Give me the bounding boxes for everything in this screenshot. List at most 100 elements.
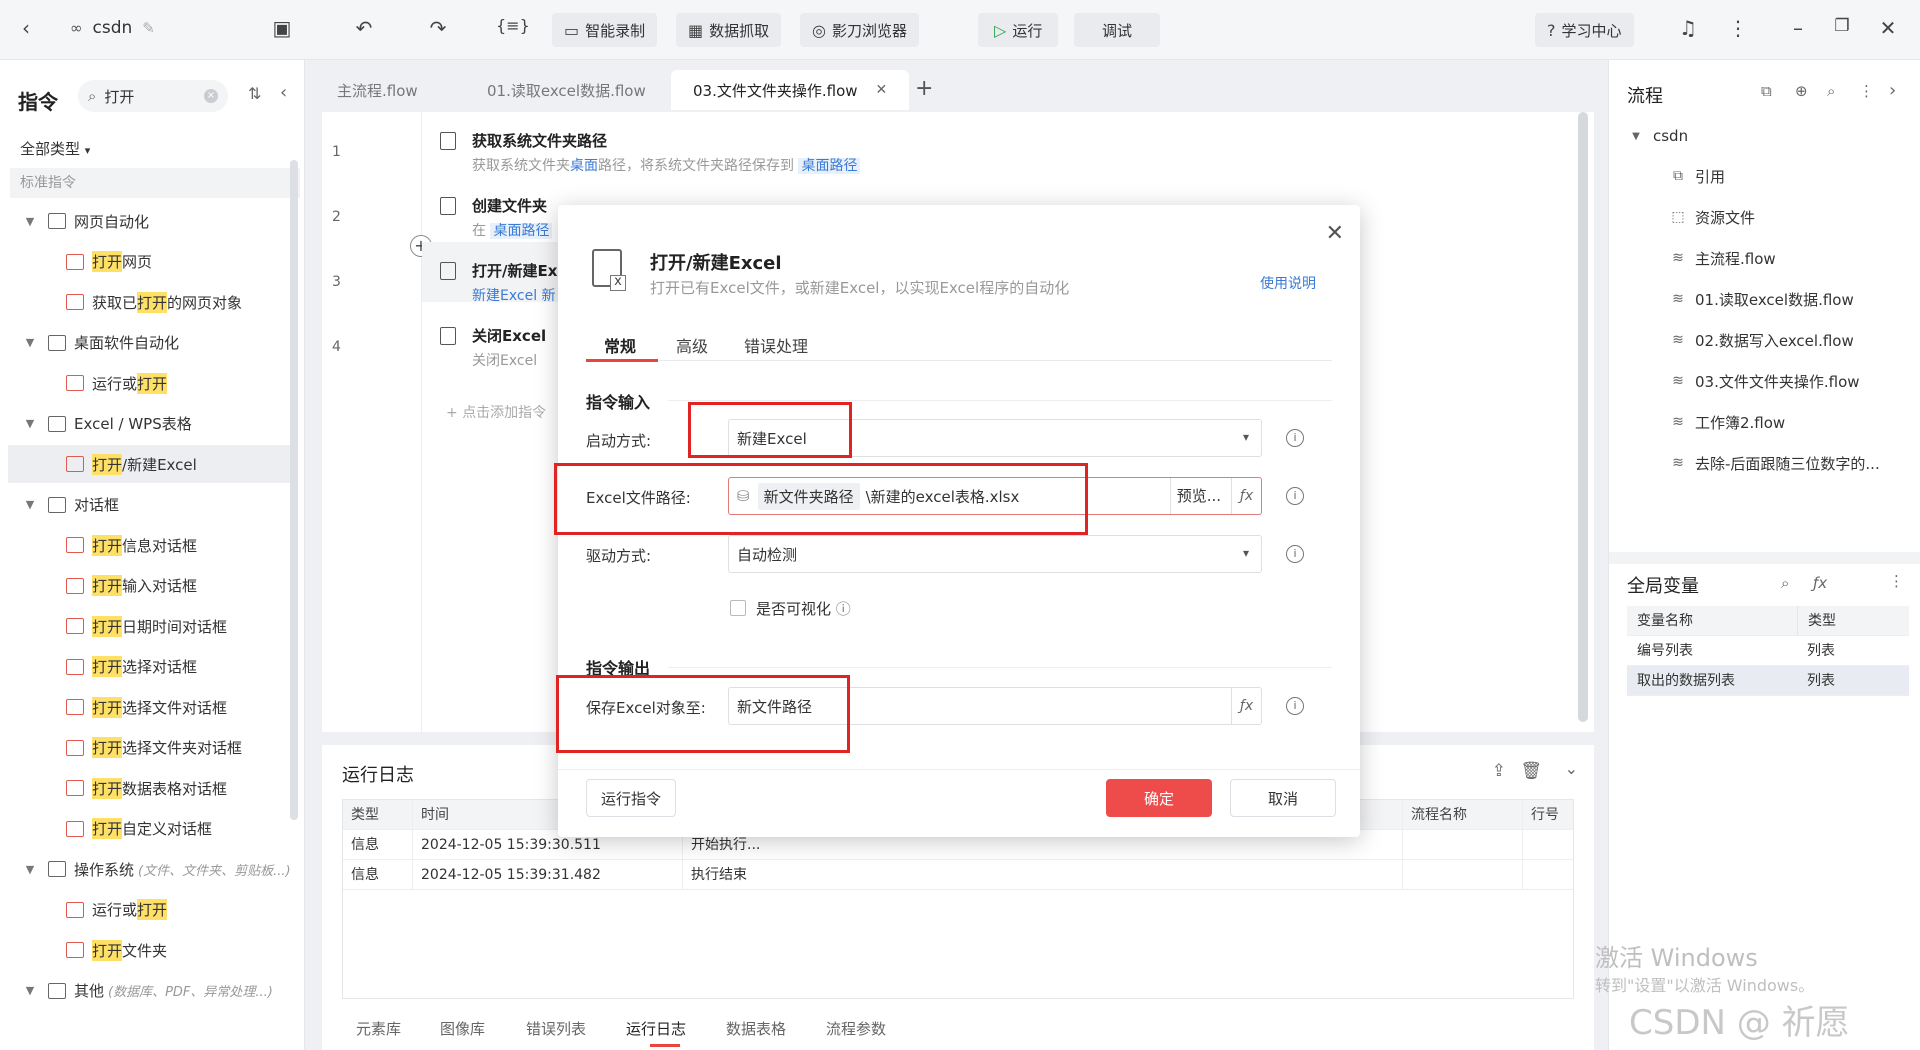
- flow-list-item[interactable]: ⬚ 资源文件: [1669, 199, 1909, 235]
- tab-data-table[interactable]: 数据表格: [726, 1018, 786, 1039]
- tree-group[interactable]: ▼ 桌面软件自动化: [0, 324, 298, 362]
- flow-list-item[interactable]: ⧉ 引用: [1669, 158, 1909, 194]
- tree-group[interactable]: ▼ 网页自动化: [0, 202, 298, 240]
- table-row[interactable]: 编号列表 列表: [1627, 636, 1909, 666]
- close-icon[interactable]: ✕: [1326, 221, 1344, 246]
- tree-group[interactable]: ▼ Excel / WPS表格: [0, 405, 298, 443]
- layers-icon[interactable]: ⧉: [1761, 82, 1772, 100]
- browser-button[interactable]: ◎ 影刀浏览器: [800, 13, 919, 47]
- tree-item[interactable]: 打开 选择对话框: [0, 648, 298, 686]
- flow-list-item[interactable]: ≋ 03.文件文件夹操作.flow: [1669, 363, 1909, 399]
- maximize-icon[interactable]: ❐: [1828, 16, 1856, 36]
- tree-group[interactable]: ▼ 对话框: [0, 486, 298, 524]
- tree-item[interactable]: 打开 信息对话框: [0, 526, 298, 564]
- collapse-panel-icon[interactable]: ›: [1889, 80, 1896, 101]
- tree-item[interactable]: 打开 选择文件对话框: [0, 688, 298, 726]
- visible-checkbox[interactable]: [730, 600, 746, 616]
- info-icon[interactable]: i: [1286, 429, 1304, 447]
- step-close-excel[interactable]: 关闭Excel 关闭Excel: [472, 325, 546, 370]
- debug-button[interactable]: 调试: [1074, 13, 1161, 47]
- collapse-icon[interactable]: ‹: [280, 82, 287, 103]
- undo-icon[interactable]: ↶: [350, 16, 378, 40]
- close-tab-icon[interactable]: ✕: [876, 82, 888, 98]
- clear-icon[interactable]: ×: [204, 89, 218, 103]
- step-create-folder[interactable]: 创建文件夹 在 桌面路径: [472, 195, 553, 240]
- flow-list-item[interactable]: ≋ 主流程.flow: [1669, 240, 1909, 276]
- caret-down-icon[interactable]: ▼: [20, 498, 40, 511]
- tab-advanced[interactable]: 高级: [676, 333, 708, 357]
- flow-list-item[interactable]: ≋ 02.数据写入excel.flow: [1669, 322, 1909, 358]
- smart-record-button[interactable]: ▭ 智能录制: [552, 13, 658, 47]
- flow-list-item[interactable]: ≋ 工作簿2.flow: [1669, 404, 1909, 440]
- tab-main-flow[interactable]: 主流程.flow: [315, 70, 440, 110]
- command-scrollbar[interactable]: [290, 160, 298, 820]
- learning-center-button[interactable]: ? 学习中心: [1535, 13, 1634, 47]
- tab-file-folder-ops[interactable]: 03.文件文件夹操作.flow ✕: [671, 70, 910, 110]
- table-row[interactable]: 信息 2024-12-05 15:39:31.482 执行结束: [343, 860, 1573, 890]
- close-icon[interactable]: ✕: [1874, 16, 1902, 40]
- tab-read-excel[interactable]: 01.读取excel数据.flow: [465, 70, 668, 110]
- tree-item[interactable]: 运行或 打开: [0, 364, 298, 402]
- trash-icon[interactable]: 🗑: [1520, 761, 1542, 781]
- editor-scrollbar[interactable]: [1578, 112, 1588, 722]
- tree-item[interactable]: 打开 输入对话框: [0, 567, 298, 605]
- tab-element-library[interactable]: 元素库: [356, 1018, 401, 1039]
- table-row[interactable]: 取出的数据列表 列表: [1627, 666, 1909, 696]
- add-command-hint[interactable]: + 点击添加指令: [446, 402, 546, 422]
- more-icon[interactable]: ⋮: [1889, 572, 1904, 590]
- tree-item[interactable]: 打开 日期时间对话框: [0, 607, 298, 645]
- fx-icon[interactable]: ƒx: [1231, 688, 1261, 724]
- bell-icon[interactable]: ♫: [1674, 16, 1702, 40]
- tree-root[interactable]: ▼ csdn: [1627, 118, 1920, 154]
- step-get-system-folder[interactable]: 获取系统文件夹路径 获取系统文件夹桌面路径，将系统文件夹路径保存到 桌面路径: [472, 130, 861, 175]
- chevron-down-icon[interactable]: ⌄: [1565, 759, 1578, 778]
- add-layer-icon[interactable]: ⊕: [1795, 82, 1808, 100]
- run-command-button[interactable]: 运行指令: [586, 779, 676, 817]
- back-icon[interactable]: ‹: [12, 16, 40, 40]
- redo-icon[interactable]: ↷: [424, 16, 452, 40]
- tree-item[interactable]: 打开/新建Excel: [8, 445, 298, 483]
- fx-icon[interactable]: ƒx: [1813, 574, 1827, 592]
- caret-down-icon[interactable]: ▼: [20, 215, 40, 228]
- tab-image-library[interactable]: 图像库: [440, 1018, 485, 1039]
- more-icon[interactable]: ⋮: [1724, 16, 1752, 40]
- driver-mode-select[interactable]: 自动检测 ▾: [728, 535, 1262, 573]
- flow-list-item[interactable]: ≋ 01.读取excel数据.flow: [1669, 281, 1909, 317]
- caret-down-icon[interactable]: ▼: [20, 417, 40, 430]
- browse-button[interactable]: 预览...: [1169, 478, 1227, 514]
- tab-flow-params[interactable]: 流程参数: [826, 1018, 886, 1039]
- minimize-icon[interactable]: –: [1784, 16, 1812, 40]
- run-button[interactable]: ▷ 运行: [978, 13, 1059, 47]
- info-icon[interactable]: i: [1286, 697, 1304, 715]
- export-icon[interactable]: ⇪: [1492, 761, 1506, 781]
- step-open-excel[interactable]: 打开/新建Ex 新建Excel 新: [472, 260, 557, 305]
- add-tab-icon[interactable]: +: [915, 76, 933, 101]
- code-view-icon[interactable]: {≡}: [496, 16, 530, 35]
- fx-icon[interactable]: ƒx: [1231, 478, 1261, 514]
- command-search[interactable]: ⌕ 打开 ×: [78, 80, 228, 112]
- data-capture-button[interactable]: ▦ 数据抓取: [676, 13, 782, 47]
- cancel-button[interactable]: 取消: [1230, 779, 1336, 817]
- tree-group[interactable]: ▼ 操作系统 (文件、文件夹、剪贴板...): [0, 850, 298, 888]
- type-filter[interactable]: 全部类型 ▾: [20, 138, 90, 159]
- search-icon[interactable]: ⌕: [1781, 574, 1789, 592]
- info-icon[interactable]: ⓘ: [836, 600, 851, 618]
- info-icon[interactable]: i: [1286, 545, 1304, 563]
- tree-item[interactable]: 运行或 打开: [0, 891, 298, 929]
- tree-item[interactable]: 获取已 打开 的网页对象: [0, 283, 298, 321]
- tree-item[interactable]: 打开 文件夹: [0, 931, 298, 969]
- tab-general[interactable]: 常规: [604, 333, 636, 357]
- command-search-input[interactable]: 打开: [104, 86, 134, 107]
- info-icon[interactable]: i: [1286, 487, 1304, 505]
- tree-group[interactable]: ▼ 其他 (数据库、PDF、异常处理...): [0, 972, 298, 1010]
- save-icon[interactable]: ▣: [268, 16, 296, 40]
- tab-run-log[interactable]: 运行日志: [626, 1018, 686, 1039]
- tree-item[interactable]: 打开 数据表格对话框: [0, 769, 298, 807]
- flow-list-item[interactable]: ≋ 去除-后面跟随三位数字的...: [1669, 445, 1909, 481]
- sort-icon[interactable]: ⇅: [248, 84, 261, 103]
- caret-down-icon[interactable]: ▼: [20, 984, 40, 997]
- project-name[interactable]: ∞ csdn ✎: [70, 18, 155, 38]
- caret-down-icon[interactable]: ▼: [20, 336, 40, 349]
- caret-down-icon[interactable]: ▼: [20, 863, 40, 876]
- more-icon[interactable]: ⋮: [1859, 82, 1874, 100]
